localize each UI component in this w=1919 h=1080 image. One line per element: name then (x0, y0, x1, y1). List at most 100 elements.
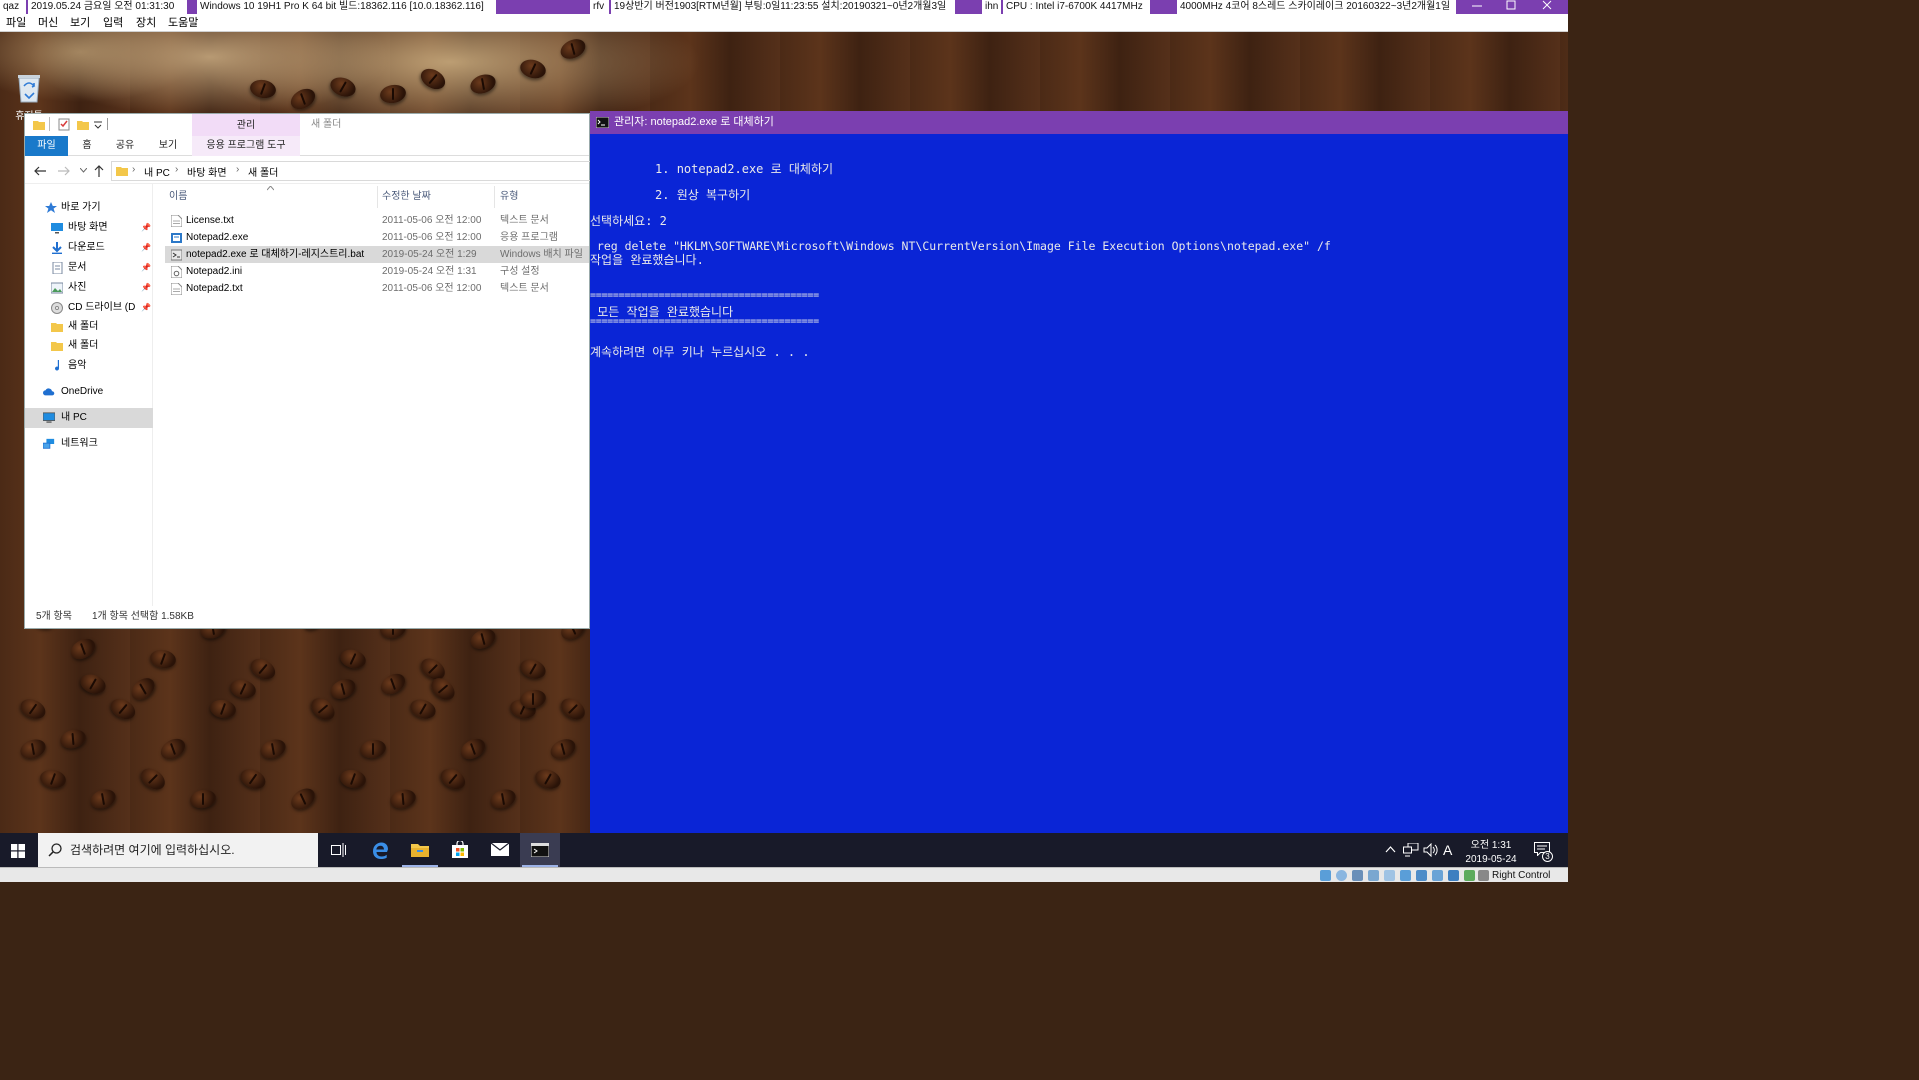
nav-item-label: 네트워크 (61, 438, 98, 449)
search-placeholder: 검색하려면 여기에 입력하십시오. (70, 843, 235, 857)
column-header-date[interactable]: 수정한 날짜 (382, 190, 431, 204)
tab-file[interactable]: 파일 (25, 136, 68, 156)
coffee-bean (557, 35, 589, 63)
up-arrow-icon[interactable] (94, 165, 104, 177)
nav-item-music[interactable]: 음악 (25, 356, 153, 376)
nav-item-downloads[interactable]: 다운로드 📌 (25, 238, 153, 258)
file-name: Notepad2.exe (186, 232, 249, 243)
vm-menu-input[interactable]: 입력 (103, 14, 123, 32)
vm-menu-file[interactable]: 파일 (6, 14, 26, 32)
console-taskbar-button[interactable] (520, 833, 560, 867)
chevron-down-icon[interactable] (94, 121, 102, 129)
mail-button[interactable] (480, 833, 520, 867)
nav-item-this-pc[interactable]: 내 PC (25, 408, 153, 428)
ime-indicator[interactable]: A (1443, 833, 1452, 867)
tab-view[interactable]: 보기 (150, 136, 186, 156)
keyboard-capture-icon[interactable] (1478, 870, 1489, 881)
coffee-bean (327, 675, 359, 703)
volume-icon[interactable] (1423, 843, 1438, 857)
usb-icon[interactable] (1384, 870, 1395, 881)
new-folder-icon[interactable] (77, 119, 89, 130)
tab-home[interactable]: 홈 (70, 136, 104, 156)
coffee-bean (338, 767, 368, 791)
chevron-down-icon[interactable] (80, 168, 87, 173)
coffee-bean (287, 784, 319, 814)
tab-share[interactable]: 공유 (107, 136, 143, 156)
task-view-button[interactable] (318, 833, 358, 867)
breadcrumb-separator: › (236, 164, 240, 175)
tab-app-tools[interactable]: 응용 프로그램 도구 (192, 136, 300, 156)
optical-drive-icon[interactable] (1336, 870, 1347, 881)
nav-item-quick-access[interactable]: 바로 가기 (25, 198, 153, 218)
column-header-name[interactable]: 이름 (169, 190, 187, 204)
nav-item-network[interactable]: 네트워크 (25, 434, 153, 454)
start-button[interactable] (0, 833, 36, 867)
vm-menu-devices[interactable]: 장치 (136, 14, 156, 32)
explorer-status-bar: 5개 항목 1개 항목 선택함 1.58KB (25, 606, 589, 628)
nav-item-cd-drive[interactable]: CD 드라이브 (D 📌 (25, 298, 153, 318)
nav-item-documents[interactable]: 문서 📌 (25, 258, 153, 278)
properties-icon[interactable] (58, 118, 70, 131)
coffee-bean (248, 77, 278, 101)
file-date: 2019-05-24 오전 1:31 (382, 266, 477, 277)
console-output[interactable]: 1. notepad2.exe 로 대체하기 2. 원상 복구하기 선택하세요:… (590, 134, 1568, 833)
pin-icon: 📌 (141, 303, 151, 312)
action-center-button[interactable]: 3 (1528, 833, 1564, 867)
context-tab-manage[interactable]: 관리 (192, 114, 300, 136)
vm-info-chip: CPU : Intel i7-6700K 4417MHz (1003, 0, 1151, 14)
address-bar[interactable]: › 내 PC › 바탕 화면 › 새 폴더 (111, 161, 591, 181)
file-date: 2019-05-24 오전 1:29 (382, 249, 477, 260)
clock[interactable]: 오전 1:31 2019-05-24 (1460, 833, 1522, 867)
file-row[interactable]: Notepad2.ini 2019-05-24 오전 1:31 구성 설정 (165, 263, 589, 280)
column-header-type[interactable]: 유형 (500, 190, 518, 204)
forward-arrow-icon[interactable] (58, 166, 70, 176)
nav-item-label: 바로 가기 (61, 202, 101, 213)
nav-item-new-folder[interactable]: 새 폴더 (25, 336, 153, 356)
audio-icon[interactable] (1352, 870, 1363, 881)
store-button[interactable] (440, 833, 480, 867)
desktop-icon (51, 223, 63, 234)
mouse-integration-icon[interactable] (1464, 870, 1475, 881)
window-title: 새 폴더 (311, 119, 342, 130)
sort-ascending-icon (267, 186, 274, 191)
file-row[interactable]: Notepad2.txt 2011-05-06 오전 12:00 텍스트 문서 (165, 280, 589, 297)
taskbar-search-box[interactable]: 검색하려면 여기에 입력하십시오. (38, 833, 318, 867)
coffee-bean (237, 765, 269, 793)
breadcrumb-item[interactable]: 내 PC (144, 164, 170, 179)
close-button[interactable] (1530, 0, 1564, 14)
file-row[interactable]: License.txt 2011-05-06 오전 12:00 텍스트 문서 (165, 212, 589, 229)
file-list: 이름 수정한 날짜 유형 License.txt 2011-05-06 오전 1… (165, 184, 591, 606)
breadcrumb-separator: › (132, 164, 136, 175)
display-icon[interactable] (1416, 870, 1427, 881)
coffee-bean (557, 694, 589, 724)
ribbon-tabs: 파일 홈 공유 보기 응용 프로그램 도구 (25, 136, 589, 156)
edge-browser-button[interactable] (360, 833, 400, 867)
file-row-selected[interactable]: notepad2.exe 로 대체하기-레지스트리.bat 2019-05-24… (165, 246, 589, 263)
search-icon (48, 843, 62, 857)
vm-menu-view[interactable]: 보기 (70, 14, 90, 32)
nav-item-new-folder[interactable]: 새 폴더 (25, 317, 153, 337)
network-icon[interactable] (1403, 843, 1419, 857)
file-row[interactable]: Notepad2.exe 2011-05-06 오전 12:00 응용 프로그램 (165, 229, 589, 246)
file-explorer-taskbar-button[interactable] (400, 833, 440, 867)
vm-menu-machine[interactable]: 머신 (38, 14, 58, 32)
vm-menu-help[interactable]: 도움말 (168, 14, 198, 32)
nav-item-label: 사진 (68, 282, 87, 293)
nav-item-onedrive[interactable]: OneDrive (25, 382, 153, 402)
breadcrumb-item[interactable]: 새 폴더 (248, 164, 278, 179)
file-type: 응용 프로그램 (500, 232, 558, 243)
shared-folder-icon[interactable] (1400, 870, 1411, 881)
nav-item-desktop[interactable]: 바탕 화면 📌 (25, 218, 153, 238)
coffee-bean (338, 646, 368, 672)
breadcrumb-item[interactable]: 바탕 화면 (187, 164, 227, 179)
chevron-up-icon[interactable] (1385, 845, 1396, 853)
minimize-button[interactable] (1460, 0, 1494, 14)
coffee-bean (148, 647, 178, 671)
cpu-icon[interactable] (1448, 870, 1459, 881)
recording-icon[interactable] (1432, 870, 1443, 881)
back-arrow-icon[interactable] (34, 166, 46, 176)
nav-item-pictures[interactable]: 사진 📌 (25, 278, 153, 298)
network-adapter-icon[interactable] (1368, 870, 1379, 881)
hard-disk-icon[interactable] (1320, 870, 1331, 881)
maximize-button[interactable] (1494, 0, 1528, 14)
